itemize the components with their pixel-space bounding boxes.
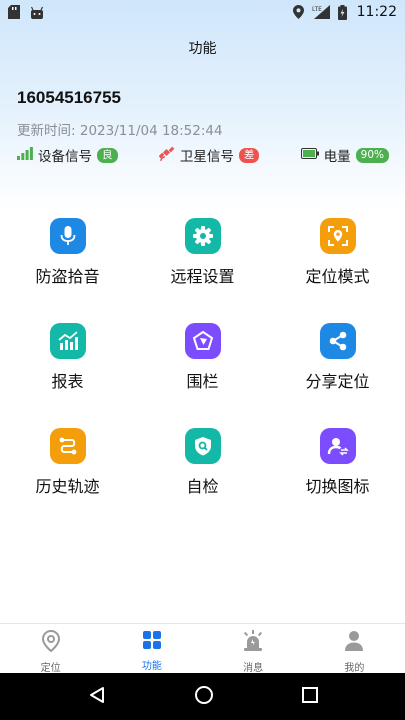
device-signal-label: 设备信号	[38, 149, 92, 165]
battery-label: 电量	[323, 149, 351, 165]
location-pin-icon	[41, 629, 61, 656]
sd-card-icon	[8, 5, 20, 19]
recents-icon[interactable]	[301, 686, 318, 707]
feature-remote-settings[interactable]: 远程设置	[135, 218, 270, 288]
nav-mine-label: 我的	[344, 663, 365, 674]
feature-label: 定位模式	[305, 267, 370, 286]
nav-mine[interactable]: 我的	[304, 624, 405, 674]
satellite-icon	[158, 145, 175, 165]
fence-polygon-icon	[184, 323, 221, 359]
cellular-signal-icon: LTE	[312, 5, 330, 19]
person-icon	[344, 630, 364, 656]
feature-label: 分享定位	[305, 372, 370, 391]
nav-location-label: 定位	[40, 663, 61, 674]
feature-share-location[interactable]: 分享定位	[270, 323, 405, 393]
feature-switch-icon[interactable]: 切换图标	[270, 428, 405, 498]
back-icon[interactable]	[88, 686, 106, 708]
location-status-icon	[292, 5, 304, 19]
grid-icon	[142, 630, 162, 654]
share-icon	[319, 323, 356, 359]
update-time-row: 更新时间: 2023/11/04 18:52:44	[17, 119, 223, 139]
bottom-nav: 定位 功能 消息 我的	[0, 623, 405, 674]
nav-messages[interactable]: 消息	[203, 624, 304, 674]
alarm-icon	[242, 630, 264, 656]
signal-row: 设备信号 良 卫星信号 差 电量 90%	[17, 144, 389, 166]
user-switch-icon	[319, 428, 356, 464]
battery-icon	[300, 147, 319, 163]
nav-location[interactable]: 定位	[0, 624, 101, 674]
status-bar: LTE 11:22	[0, 0, 405, 24]
route-icon	[49, 428, 86, 464]
satellite-signal-label: 卫星信号	[179, 149, 234, 165]
feature-report[interactable]: 报表	[0, 323, 135, 393]
update-time-label: 更新时间:	[17, 123, 76, 139]
feature-label: 自检	[186, 477, 219, 496]
satellite-signal: 卫星信号 差	[158, 145, 260, 165]
home-icon[interactable]	[194, 685, 214, 709]
chart-icon	[49, 323, 86, 359]
feature-anti-theft-audio[interactable]: 防盗拾音	[0, 218, 135, 288]
microphone-icon	[49, 218, 86, 254]
feature-location-mode[interactable]: 定位模式	[270, 218, 405, 288]
status-time: 11:22	[356, 4, 397, 20]
page-title: 功能	[188, 41, 217, 57]
feature-label: 远程设置	[170, 267, 235, 286]
device-signal-badge: 良	[97, 147, 118, 163]
device-id[interactable]: 16054516755	[17, 88, 121, 108]
feature-label: 防盗拾音	[35, 267, 100, 286]
android-robot-icon	[30, 6, 44, 19]
locate-frame-icon	[319, 218, 356, 254]
device-signal: 设备信号 良	[17, 145, 118, 165]
nav-functions-label: 功能	[141, 661, 162, 672]
feature-label: 历史轨迹	[35, 477, 100, 496]
feature-fence[interactable]: 围栏	[135, 323, 270, 393]
feature-label: 围栏	[186, 372, 219, 391]
battery-level: 电量 90%	[300, 145, 389, 165]
nav-messages-label: 消息	[243, 663, 264, 674]
shield-search-icon	[184, 428, 221, 464]
feature-self-check[interactable]: 自检	[135, 428, 270, 498]
satellite-signal-badge: 差	[238, 147, 260, 163]
feature-label: 报表	[51, 372, 84, 391]
gear-icon	[184, 218, 221, 254]
battery-charging-icon	[337, 4, 347, 20]
nav-functions[interactable]: 功能	[101, 624, 202, 673]
signal-bars-icon	[17, 146, 33, 164]
feature-label: 切换图标	[305, 477, 370, 496]
update-time-value: 2023/11/04 18:52:44	[79, 123, 223, 139]
battery-badge: 90%	[355, 147, 389, 163]
system-navigation-bar	[0, 673, 405, 720]
feature-history-track[interactable]: 历史轨迹	[0, 428, 135, 498]
svg-text:LTE: LTE	[312, 6, 322, 13]
